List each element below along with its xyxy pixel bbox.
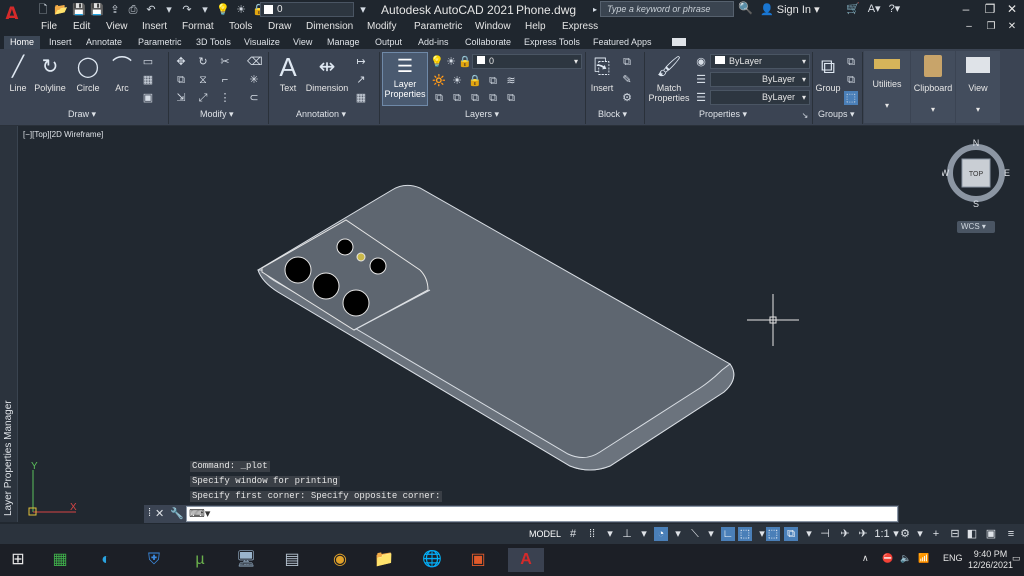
command-prompt-icon[interactable]: ⌨▾	[189, 507, 210, 520]
navcube-south[interactable]: S	[973, 199, 979, 207]
command-history-line: Specify window for printing	[190, 476, 340, 487]
wcs-menu[interactable]: WCS ▾	[957, 221, 995, 233]
auto-scale-icon[interactable]: ✈	[856, 527, 870, 541]
navcube-west[interactable]: W	[942, 168, 950, 178]
customize-status-icon[interactable]: ≡	[1004, 527, 1018, 541]
tray-network-icon[interactable]: ⛔	[882, 553, 893, 564]
command-input[interactable]	[186, 506, 898, 522]
navcube[interactable]: TOP N S W E	[942, 139, 1010, 207]
drawing-canvas: Y X	[28, 184, 799, 516]
command-customize-icon[interactable]: 🔧	[170, 507, 184, 520]
office-app-icon[interactable]: ▣	[464, 548, 492, 572]
clean-screen-icon[interactable]: ▣	[984, 527, 998, 541]
language-indicator[interactable]: ENG	[943, 553, 963, 563]
network-app-icon[interactable]: 🖥	[232, 548, 260, 572]
download-manager-app-icon[interactable]: 🌐	[418, 548, 446, 572]
clock-date: 12/26/2021	[968, 560, 1014, 570]
camera-flash	[356, 252, 366, 262]
autocad-app-icon[interactable]: A	[508, 548, 544, 572]
grid-icon[interactable]: #	[566, 527, 580, 541]
excel-app-icon[interactable]: ▦	[46, 548, 74, 572]
annotation-monitor-icon[interactable]: ⧉	[784, 527, 798, 541]
svg-text:Y: Y	[31, 461, 38, 472]
camera-lens-4	[336, 238, 354, 256]
camera-lens-3	[342, 289, 370, 317]
calculator-app-icon[interactable]: ▤	[278, 548, 306, 572]
defender-app-icon[interactable]: ⛨	[140, 548, 168, 572]
snap-icon[interactable]: ⁞⁞	[585, 527, 599, 541]
file-explorer-app-icon[interactable]: 📁	[370, 548, 398, 572]
navcube-north[interactable]: N	[973, 139, 980, 148]
selection-cycling-icon[interactable]: ⬚	[766, 527, 780, 541]
phone-body	[257, 184, 735, 471]
model-tab[interactable]: MODEL	[527, 527, 563, 541]
annotation-dropdown-icon[interactable]: ▾	[802, 527, 816, 541]
windows-start-icon[interactable]: ⊞	[4, 548, 32, 572]
ucs-icon: Y X	[28, 461, 77, 516]
tray-speaker-icon[interactable]: 🔈	[900, 553, 911, 564]
taskbar-clock[interactable]: 9:40 PM 12/26/2021	[968, 549, 1013, 571]
wcs-label: WCS	[961, 222, 980, 231]
workspace-dropdown-icon[interactable]: ▾	[913, 527, 927, 541]
chrome-app-icon[interactable]: ◉	[326, 548, 354, 572]
isolate-objects-icon[interactable]: ◧	[965, 527, 979, 541]
polar-icon[interactable]: ◔	[654, 527, 668, 541]
ucs-toggle-icon[interactable]: ⊣	[818, 527, 832, 541]
notification-icon[interactable]: ▭	[1012, 553, 1021, 564]
workspace-gear-icon[interactable]: ⚙	[898, 527, 912, 541]
annotation-visibility-icon[interactable]: ✈	[838, 527, 852, 541]
ortho-icon[interactable]: ⊥	[620, 527, 634, 541]
isodraft-dropdown-icon[interactable]: ▾	[704, 527, 718, 541]
utorrent-app-icon[interactable]: µ	[186, 548, 214, 572]
ortho-dropdown-icon[interactable]: ▾	[637, 527, 651, 541]
command-close-icon[interactable]: ✕	[155, 507, 164, 520]
polar-dropdown-icon[interactable]: ▾	[671, 527, 685, 541]
annotation-monitor-plus-icon[interactable]: +	[929, 527, 943, 541]
edge-app-icon[interactable]: ◐	[92, 548, 120, 572]
object-snap-icon[interactable]: ⬚	[738, 527, 752, 541]
tray-wifi-icon[interactable]: 📶	[918, 553, 929, 564]
command-grip-icon[interactable]: ⁞	[148, 507, 151, 519]
camera-lens-1	[284, 256, 312, 284]
clock-time: 9:40 PM	[973, 549, 1008, 559]
navcube-face-label: TOP	[969, 171, 984, 178]
command-history-line: Command: _plot	[190, 461, 270, 472]
camera-lens-5	[369, 257, 387, 275]
svg-text:X: X	[70, 502, 77, 513]
navcube-east[interactable]: E	[1004, 168, 1010, 178]
units-icon[interactable]: ⊟	[948, 527, 962, 541]
object-snap-tracking-icon[interactable]: ∟	[721, 527, 735, 541]
snap-dropdown-icon[interactable]: ▾	[603, 527, 617, 541]
isodraft-icon[interactable]: ⟍	[688, 527, 702, 541]
crosshair-cursor	[747, 294, 799, 346]
tray-chevron-icon[interactable]: ∧	[862, 553, 869, 564]
command-history-line: Specify first corner: Specify opposite c…	[190, 491, 443, 502]
camera-lens-2	[312, 272, 340, 300]
